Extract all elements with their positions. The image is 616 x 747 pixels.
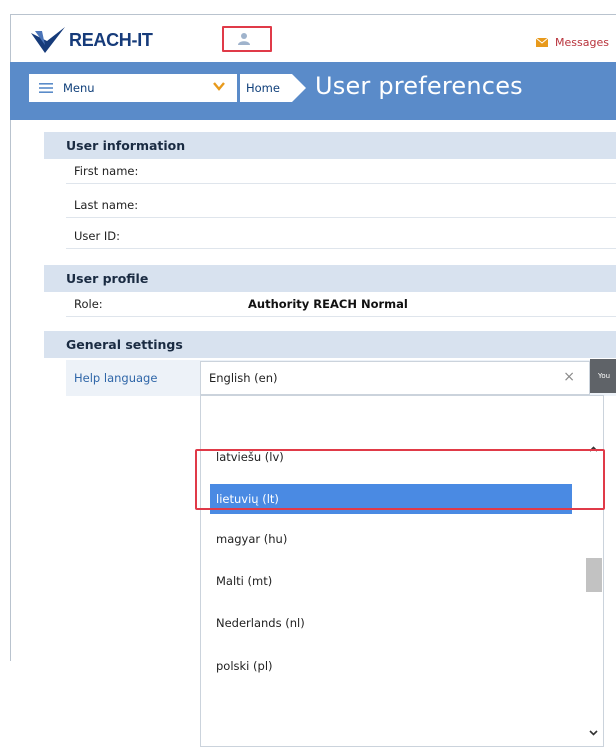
- menu-button[interactable]: Menu: [29, 74, 237, 102]
- messages-link[interactable]: Messages: [536, 36, 609, 49]
- section-header-general-settings: General settings: [44, 331, 616, 358]
- help-language-label: Help language: [74, 371, 158, 385]
- section-header-user-information: User information: [44, 132, 616, 159]
- user-account-button[interactable]: [222, 26, 272, 52]
- list-scrollbar[interactable]: [585, 396, 603, 746]
- hamburger-icon: [39, 83, 53, 93]
- field-row-role: Role: Authority REACH Normal: [66, 293, 616, 317]
- messages-label: Messages: [555, 36, 609, 49]
- breadcrumb-home-label: Home: [246, 81, 280, 95]
- field-label: First name:: [74, 164, 139, 178]
- field-label: User ID:: [74, 229, 120, 243]
- page-title: User preferences: [315, 72, 523, 100]
- help-language-select[interactable]: English (en) ×: [200, 361, 590, 395]
- language-option[interactable]: magyar (hu): [210, 524, 572, 554]
- chevron-down-icon[interactable]: [589, 730, 598, 736]
- language-option[interactable]: polski (pl): [210, 651, 572, 681]
- envelope-icon: [536, 38, 549, 47]
- top-bar: REACH-IT Messages: [11, 15, 616, 61]
- field-row: User ID:: [66, 225, 616, 249]
- field-label: Role:: [74, 297, 103, 311]
- user-icon: [238, 33, 250, 45]
- chevron-up-icon[interactable]: [589, 446, 598, 452]
- tooltip: You: [590, 359, 616, 393]
- role-value: Authority REACH Normal: [248, 297, 408, 311]
- scrollbar-thumb[interactable]: [586, 558, 602, 592]
- language-option[interactable]: Malti (mt): [210, 566, 572, 596]
- language-options-list[interactable]: latviešu (lv) lietuvių (lt) magyar (hu) …: [200, 395, 604, 747]
- section-header-user-profile: User profile: [44, 265, 616, 292]
- logo[interactable]: REACH-IT: [31, 27, 153, 53]
- menu-label: Menu: [63, 81, 95, 95]
- field-row: First name:: [66, 160, 616, 184]
- field-label: Last name:: [74, 198, 139, 212]
- logo-text: REACH-IT: [69, 29, 153, 50]
- language-option-selected[interactable]: lietuvių (lt): [210, 484, 572, 514]
- language-option[interactable]: latviešu (lv): [210, 442, 572, 472]
- breadcrumb-home[interactable]: Home: [240, 74, 292, 102]
- navigation-bar: Menu Home User preferences: [10, 62, 616, 120]
- language-option[interactable]: Nederlands (nl): [210, 608, 572, 638]
- chevron-down-icon: [213, 82, 225, 91]
- clear-x-icon[interactable]: ×: [563, 369, 575, 385]
- reach-logo-icon: [31, 27, 65, 53]
- field-row: Last name:: [66, 194, 616, 218]
- selected-value: English (en): [209, 371, 278, 385]
- breadcrumb-arrow: [292, 74, 306, 102]
